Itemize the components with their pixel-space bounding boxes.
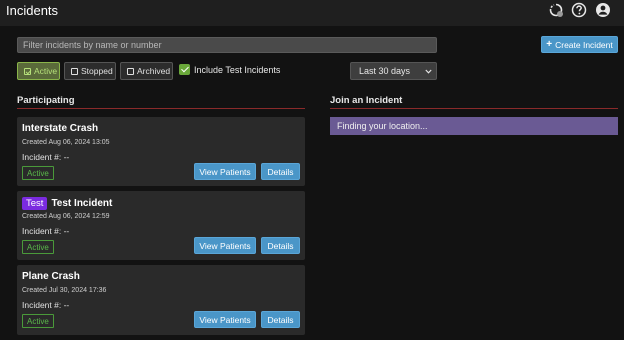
view-patients-button[interactable]: View Patients [194,163,256,180]
incident-name: Interstate Crash [22,123,99,134]
filter-stopped-label: Stopped [81,66,113,76]
sync-status-icon[interactable] [548,2,564,18]
join-divider [330,108,618,109]
participating-heading: Participating [17,95,75,106]
date-range-select[interactable]: Last 30 days [350,62,437,80]
include-test-checkbox[interactable] [179,64,190,75]
create-incident-button[interactable]: + Create Incident [541,36,618,53]
view-patients-button[interactable]: View Patients [194,311,256,328]
location-status: Finding your location... [330,117,618,135]
incident-title-row: Interstate Crash [22,123,98,134]
incident-card: Test Test Incident Created Aug 06, 2024 … [17,191,305,260]
filter-stopped-toggle[interactable]: Stopped [64,62,116,80]
include-test-label: Include Test Incidents [194,64,281,75]
incident-card: Interstate Crash Created Aug 06, 2024 13… [17,117,305,186]
incident-name: Plane Crash [22,271,80,282]
incident-number: Incident #: -- [22,152,70,162]
chevron-down-icon [425,69,432,74]
test-badge: Test [22,197,48,210]
incident-number: Incident #: -- [22,226,70,236]
create-incident-label: Create Incident [555,39,613,50]
incident-name: Test Incident [51,198,113,209]
incident-number: Incident #: -- [22,300,70,310]
include-test-incidents[interactable]: Include Test Incidents [179,64,280,75]
view-patients-button[interactable]: View Patients [194,237,256,254]
top-bar: Incidents [0,0,624,26]
filter-active-label: Active [34,66,58,76]
incident-title-row: Plane Crash [22,271,80,282]
status-badge: Active [22,166,54,180]
plus-icon: + [546,39,553,50]
join-heading: Join an Incident [330,95,403,106]
help-icon[interactable] [571,2,587,18]
details-button[interactable]: Details [261,163,300,180]
incident-created: Created Jul 30, 2024 17:36 [22,287,107,294]
incident-created: Created Aug 06, 2024 13:05 [22,139,110,146]
date-range-value: Last 30 days [359,66,411,76]
status-badge: Active [22,240,54,254]
incident-created: Created Aug 06, 2024 12:59 [22,213,110,220]
page-title: Incidents [6,3,59,18]
filter-active-toggle[interactable]: Active [17,62,60,80]
checkbox-checked-icon [24,67,31,75]
incident-filter-input[interactable] [17,37,437,53]
participating-divider [17,108,305,109]
status-badge: Active [22,314,54,328]
incident-title-row: Test Test Incident [22,197,112,210]
details-button[interactable]: Details [261,237,300,254]
checkbox-empty-icon [127,67,134,75]
filter-archived-label: Archived [137,66,171,76]
checkbox-empty-icon [71,67,78,75]
details-button[interactable]: Details [261,311,300,328]
incident-card: Plane Crash Created Jul 30, 2024 17:36 I… [17,265,305,335]
account-icon[interactable] [595,2,611,18]
filter-archived-toggle[interactable]: Archived [120,62,173,80]
